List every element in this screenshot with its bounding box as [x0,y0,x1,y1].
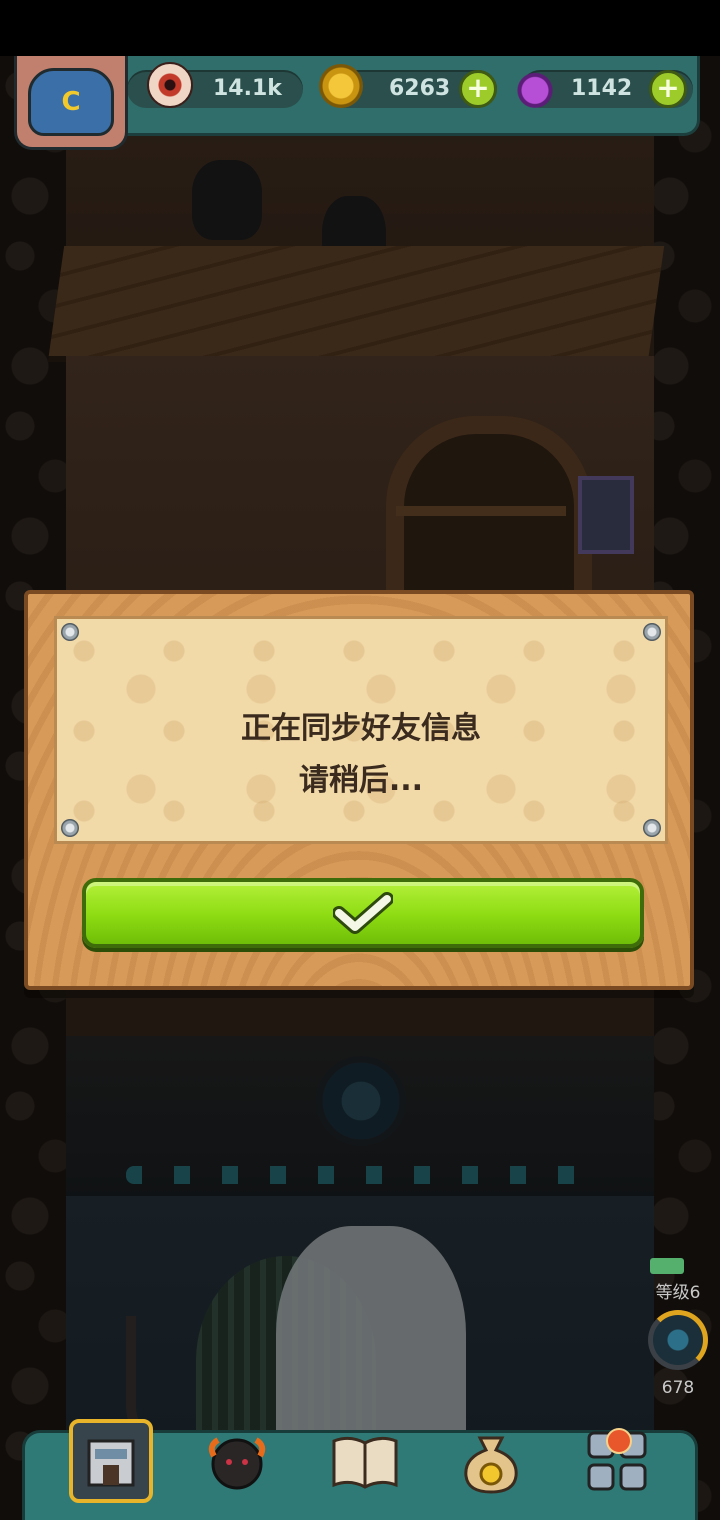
resource-hud: 14.1k 6263 + 1142 + C [14,56,700,150]
dialog-message: 正在同步好友信息 [241,711,481,746]
level-widget[interactable]: 等级6 678 [640,1258,716,1408]
screw-icon [643,623,661,641]
profile-initial: C [61,86,81,117]
level-progress-ring [648,1310,708,1370]
nav-shop-button[interactable] [449,1419,533,1503]
coins-value: 6263 [389,76,451,101]
skull-flag-icon [650,1258,684,1274]
profile-button[interactable]: C [14,56,128,150]
nav-tower-button[interactable] [69,1419,153,1503]
screw-icon [643,819,661,837]
add-potions-button[interactable]: + [649,70,687,108]
potions-value: 1142 [571,76,633,101]
nav-monster-button[interactable] [195,1419,279,1503]
notification-badge [606,1428,632,1454]
dialog-submessage: 请稍后... [298,763,424,798]
profile-avatar-icon: C [28,67,114,136]
nav-book-button[interactable] [323,1419,407,1503]
sync-dialog: 正在同步好友信息 请稍后... [24,590,694,990]
screw-icon [61,819,79,837]
checkmark-icon [333,892,393,934]
potion-icon [513,64,557,108]
level-count: 678 [661,1378,695,1398]
screw-icon [61,623,79,641]
tower-icon [87,1439,135,1487]
status-bar [0,0,720,56]
add-coins-button[interactable]: + [459,70,497,108]
level-label: 等级6 [655,1283,701,1303]
eyeball-icon [147,62,193,108]
hud-strip: 14.1k 6263 + 1142 + [104,56,700,136]
bottom-nav [22,1419,698,1520]
eyes-value: 14.1k [213,76,282,101]
monster-icon [208,1437,266,1490]
game-screen: 14.1k 6263 + 1142 + C 正在同步好友信息 请稍后... 等级… [0,0,720,1520]
money-bag-icon [464,1436,518,1494]
dialog-parchment: 正在同步好友信息 请稍后... [54,616,668,844]
book-icon [332,1436,398,1489]
coin-icon [319,64,363,108]
confirm-button[interactable] [82,878,644,948]
